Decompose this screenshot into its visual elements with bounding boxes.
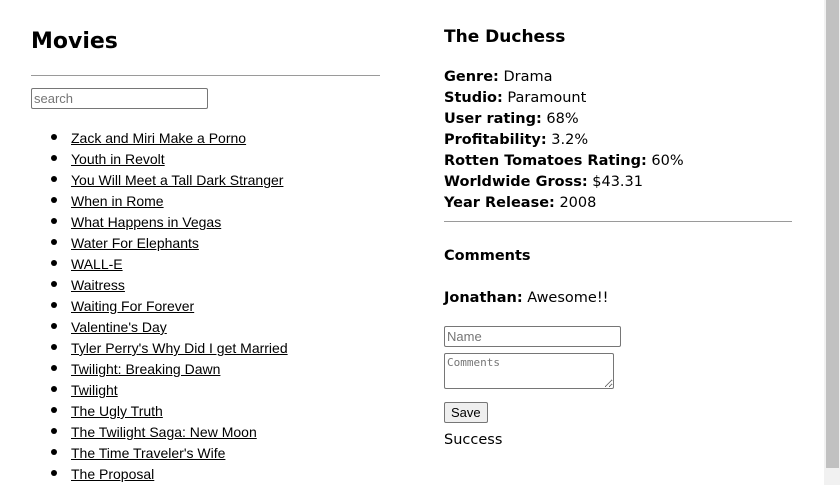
detail-value: 2008 [559,195,597,211]
movie-link[interactable]: The Ugly Truth [71,403,163,419]
bullet-icon [51,197,57,203]
detail-label: Worldwide Gross: [444,174,588,190]
bullet-icon [51,386,57,392]
movie-link[interactable]: WALL-E [71,256,123,272]
movie-list-item: The Time Traveler's Wife [31,442,288,463]
detail-row: Year Release: 2008 [444,193,684,214]
name-input[interactable] [444,326,621,347]
details-divider [444,221,792,222]
bullet-icon [51,470,57,476]
movie-list-item: The Twilight Saga: New Moon [31,421,288,442]
movie-list-item: Zack and Miri Make a Porno [31,127,288,148]
detail-value: Drama [503,69,553,85]
movie-list: Zack and Miri Make a Porno Youth in Revol… [31,127,288,484]
scrollbar-thumb[interactable] [826,0,839,468]
status-message: Success [444,432,503,448]
bullet-icon [51,344,57,350]
movie-link[interactable]: The Time Traveler's Wife [71,445,225,461]
movie-list-item: Waiting For Forever [31,295,288,316]
detail-value: $43.31 [592,174,643,190]
detail-label: Year Release: [444,195,555,211]
movies-title: Movies [31,29,118,54]
comment-item: Jonathan: Awesome!! [444,288,608,309]
detail-label: User rating: [444,111,542,127]
movies-divider [31,75,380,76]
detail-row: Studio: Paramount [444,88,684,109]
comment-author: Jonathan: [444,290,523,306]
movie-link[interactable]: Tyler Perry's Why Did I get Married [71,340,288,356]
detail-label: Studio: [444,90,503,106]
bullet-icon [51,281,57,287]
movie-list-item: Water For Elephants [31,232,288,253]
movie-link[interactable]: You Will Meet a Tall Dark Stranger [71,172,283,188]
detail-row: Profitability: 3.2% [444,130,684,151]
movie-link[interactable]: Water For Elephants [71,235,199,251]
movie-list-item: Waitress [31,274,288,295]
movie-link[interactable]: Waiting For Forever [71,298,194,314]
movie-list-item: When in Rome [31,190,288,211]
movie-details: Genre: Drama Studio: Paramount User rating… [444,67,684,214]
detail-value: 60% [651,153,684,169]
bullet-icon [51,260,57,266]
movie-link[interactable]: The Twilight Saga: New Moon [71,424,257,440]
detail-label: Profitability: [444,132,547,148]
movie-list-item: Valentine's Day [31,316,288,337]
bullet-icon [51,155,57,161]
movie-list-item: WALL-E [31,253,288,274]
movie-list-item: Twilight [31,379,288,400]
detail-label: Genre: [444,69,499,85]
bullet-icon [51,323,57,329]
movie-link[interactable]: Twilight [71,382,118,398]
movie-link[interactable]: Zack and Miri Make a Porno [71,130,246,146]
detail-row: Rotten Tomatoes Rating: 60% [444,151,684,172]
comments-title: Comments [444,248,531,264]
bullet-icon [51,239,57,245]
movie-link[interactable]: Youth in Revolt [71,151,165,167]
page: Movies Zack and Miri Make a Porno Youth i… [0,0,840,485]
movie-link[interactable]: Twilight: Breaking Dawn [71,361,220,377]
movie-link[interactable]: What Happens in Vegas [71,214,221,230]
comments-textarea[interactable] [444,353,614,389]
detail-row: User rating: 68% [444,109,684,130]
movie-link[interactable]: When in Rome [71,193,164,209]
movie-link[interactable]: Waitress [71,277,125,293]
movie-list-item: Twilight: Breaking Dawn [31,358,288,379]
search-input[interactable] [31,88,208,109]
bullet-icon [51,449,57,455]
save-button[interactable]: Save [444,402,488,423]
movie-link[interactable]: Valentine's Day [71,319,167,335]
bullet-icon [51,218,57,224]
movie-title: The Duchess [444,27,566,47]
movie-list-item: Youth in Revolt [31,148,288,169]
bullet-icon [51,407,57,413]
movie-list-item: The Ugly Truth [31,400,288,421]
detail-value: 68% [546,111,579,127]
movie-list-item: Tyler Perry's Why Did I get Married [31,337,288,358]
detail-label: Rotten Tomatoes Rating: [444,153,647,169]
movie-list-item: What Happens in Vegas [31,211,288,232]
bullet-icon [51,134,57,140]
movie-list-item: The Proposal [31,463,288,484]
movie-link[interactable]: The Proposal [71,466,154,482]
bullet-icon [51,428,57,434]
detail-value: 3.2% [551,132,589,148]
bullet-icon [51,176,57,182]
bullet-icon [51,302,57,308]
bullet-icon [51,365,57,371]
detail-row: Worldwide Gross: $43.31 [444,172,684,193]
detail-row: Genre: Drama [444,67,684,88]
comment-text: Awesome!! [527,290,609,306]
detail-value: Paramount [507,90,587,106]
movie-list-item: You Will Meet a Tall Dark Stranger [31,169,288,190]
